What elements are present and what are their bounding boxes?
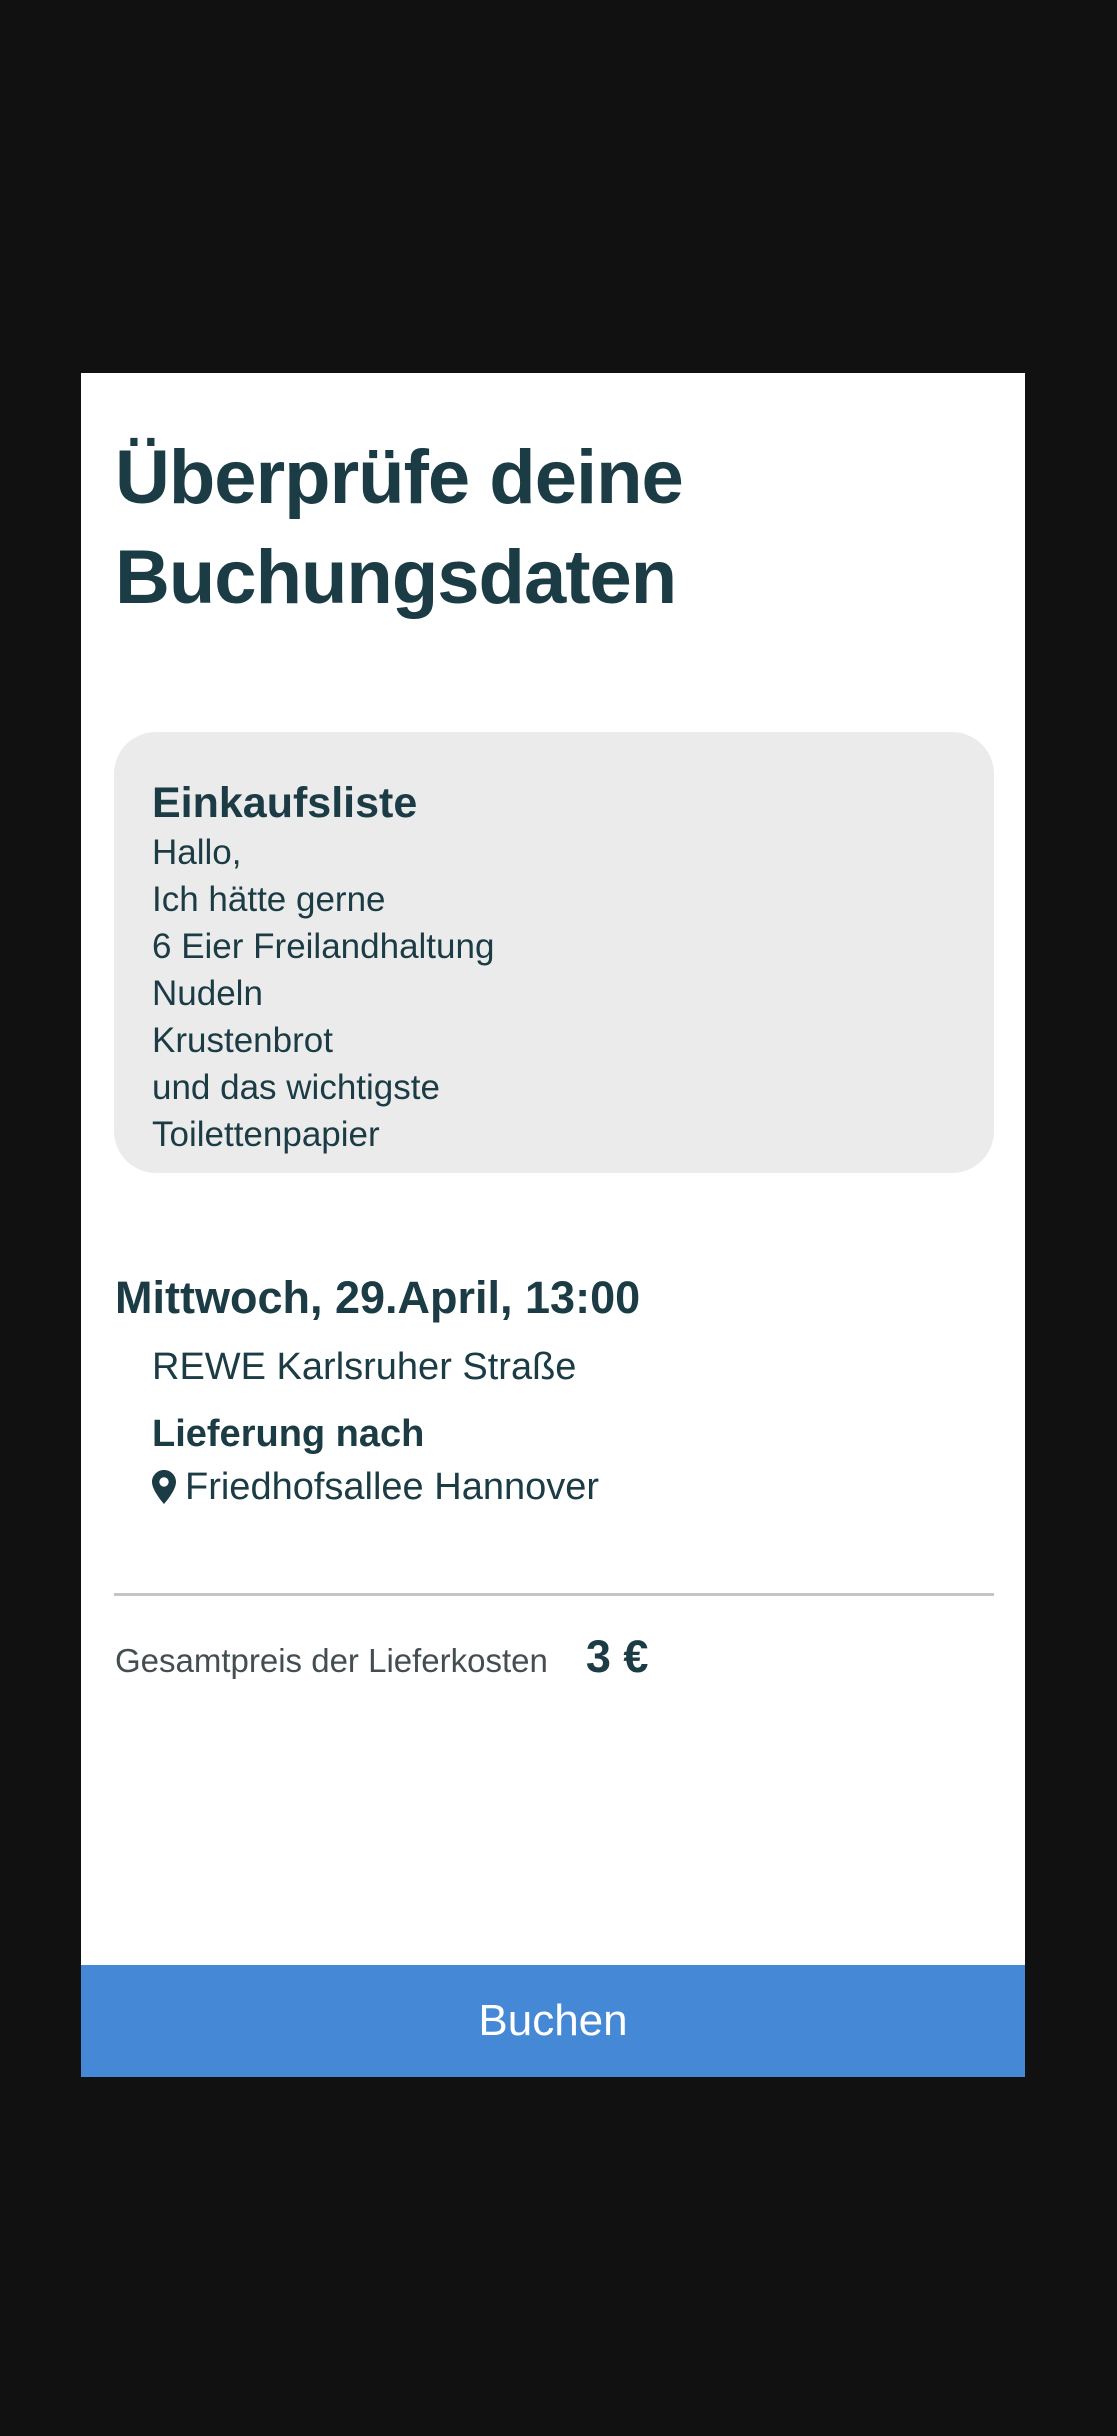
price-value: 3 € (585, 1631, 649, 1682)
shopping-list-line: 6 Eier Freilandhaltung (152, 927, 495, 966)
shopping-list-line: Hallo, (152, 833, 242, 872)
shopping-list-line: Krustenbrot (152, 1021, 333, 1060)
store-name: REWE Karlsruher Straße (152, 1346, 577, 1388)
page-title-line-2: Buchungsdaten (115, 535, 677, 620)
shopping-list-box[interactable]: Einkaufsliste Hallo, Ich hätte gerne 6 E… (114, 732, 994, 1173)
shopping-list-line: und das wichtigste (152, 1068, 440, 1107)
shopping-list-line: Ich hätte gerne (152, 880, 386, 919)
price-label: Gesamtpreis der Lieferkosten (115, 1642, 548, 1679)
map-pin-icon (152, 1470, 176, 1504)
page-title-line-1: Überprüfe deine (115, 435, 684, 520)
shopping-list-line: Nudeln (152, 974, 263, 1013)
page-title: Überprüfe deine Buchungsdaten (115, 428, 995, 628)
divider (114, 1593, 994, 1596)
book-button[interactable]: Buchen (81, 1965, 1025, 2077)
delivery-datetime: Mittwoch, 29.April, 13:00 (115, 1272, 641, 1323)
delivery-price-row: Gesamtpreis der Lieferkosten 3 € (115, 1631, 648, 1683)
delivery-address-text: Friedhofsallee Hannover (185, 1466, 600, 1508)
shopping-list-heading: Einkaufsliste (152, 779, 418, 827)
shopping-list-line: Toilettenpapier (152, 1115, 380, 1154)
delivery-address: Friedhofsallee Hannover (152, 1463, 599, 1511)
delivery-label: Lieferung nach (152, 1413, 425, 1455)
booking-review-card: Überprüfe deine Buchungsdaten Einkaufsli… (81, 373, 1025, 2077)
